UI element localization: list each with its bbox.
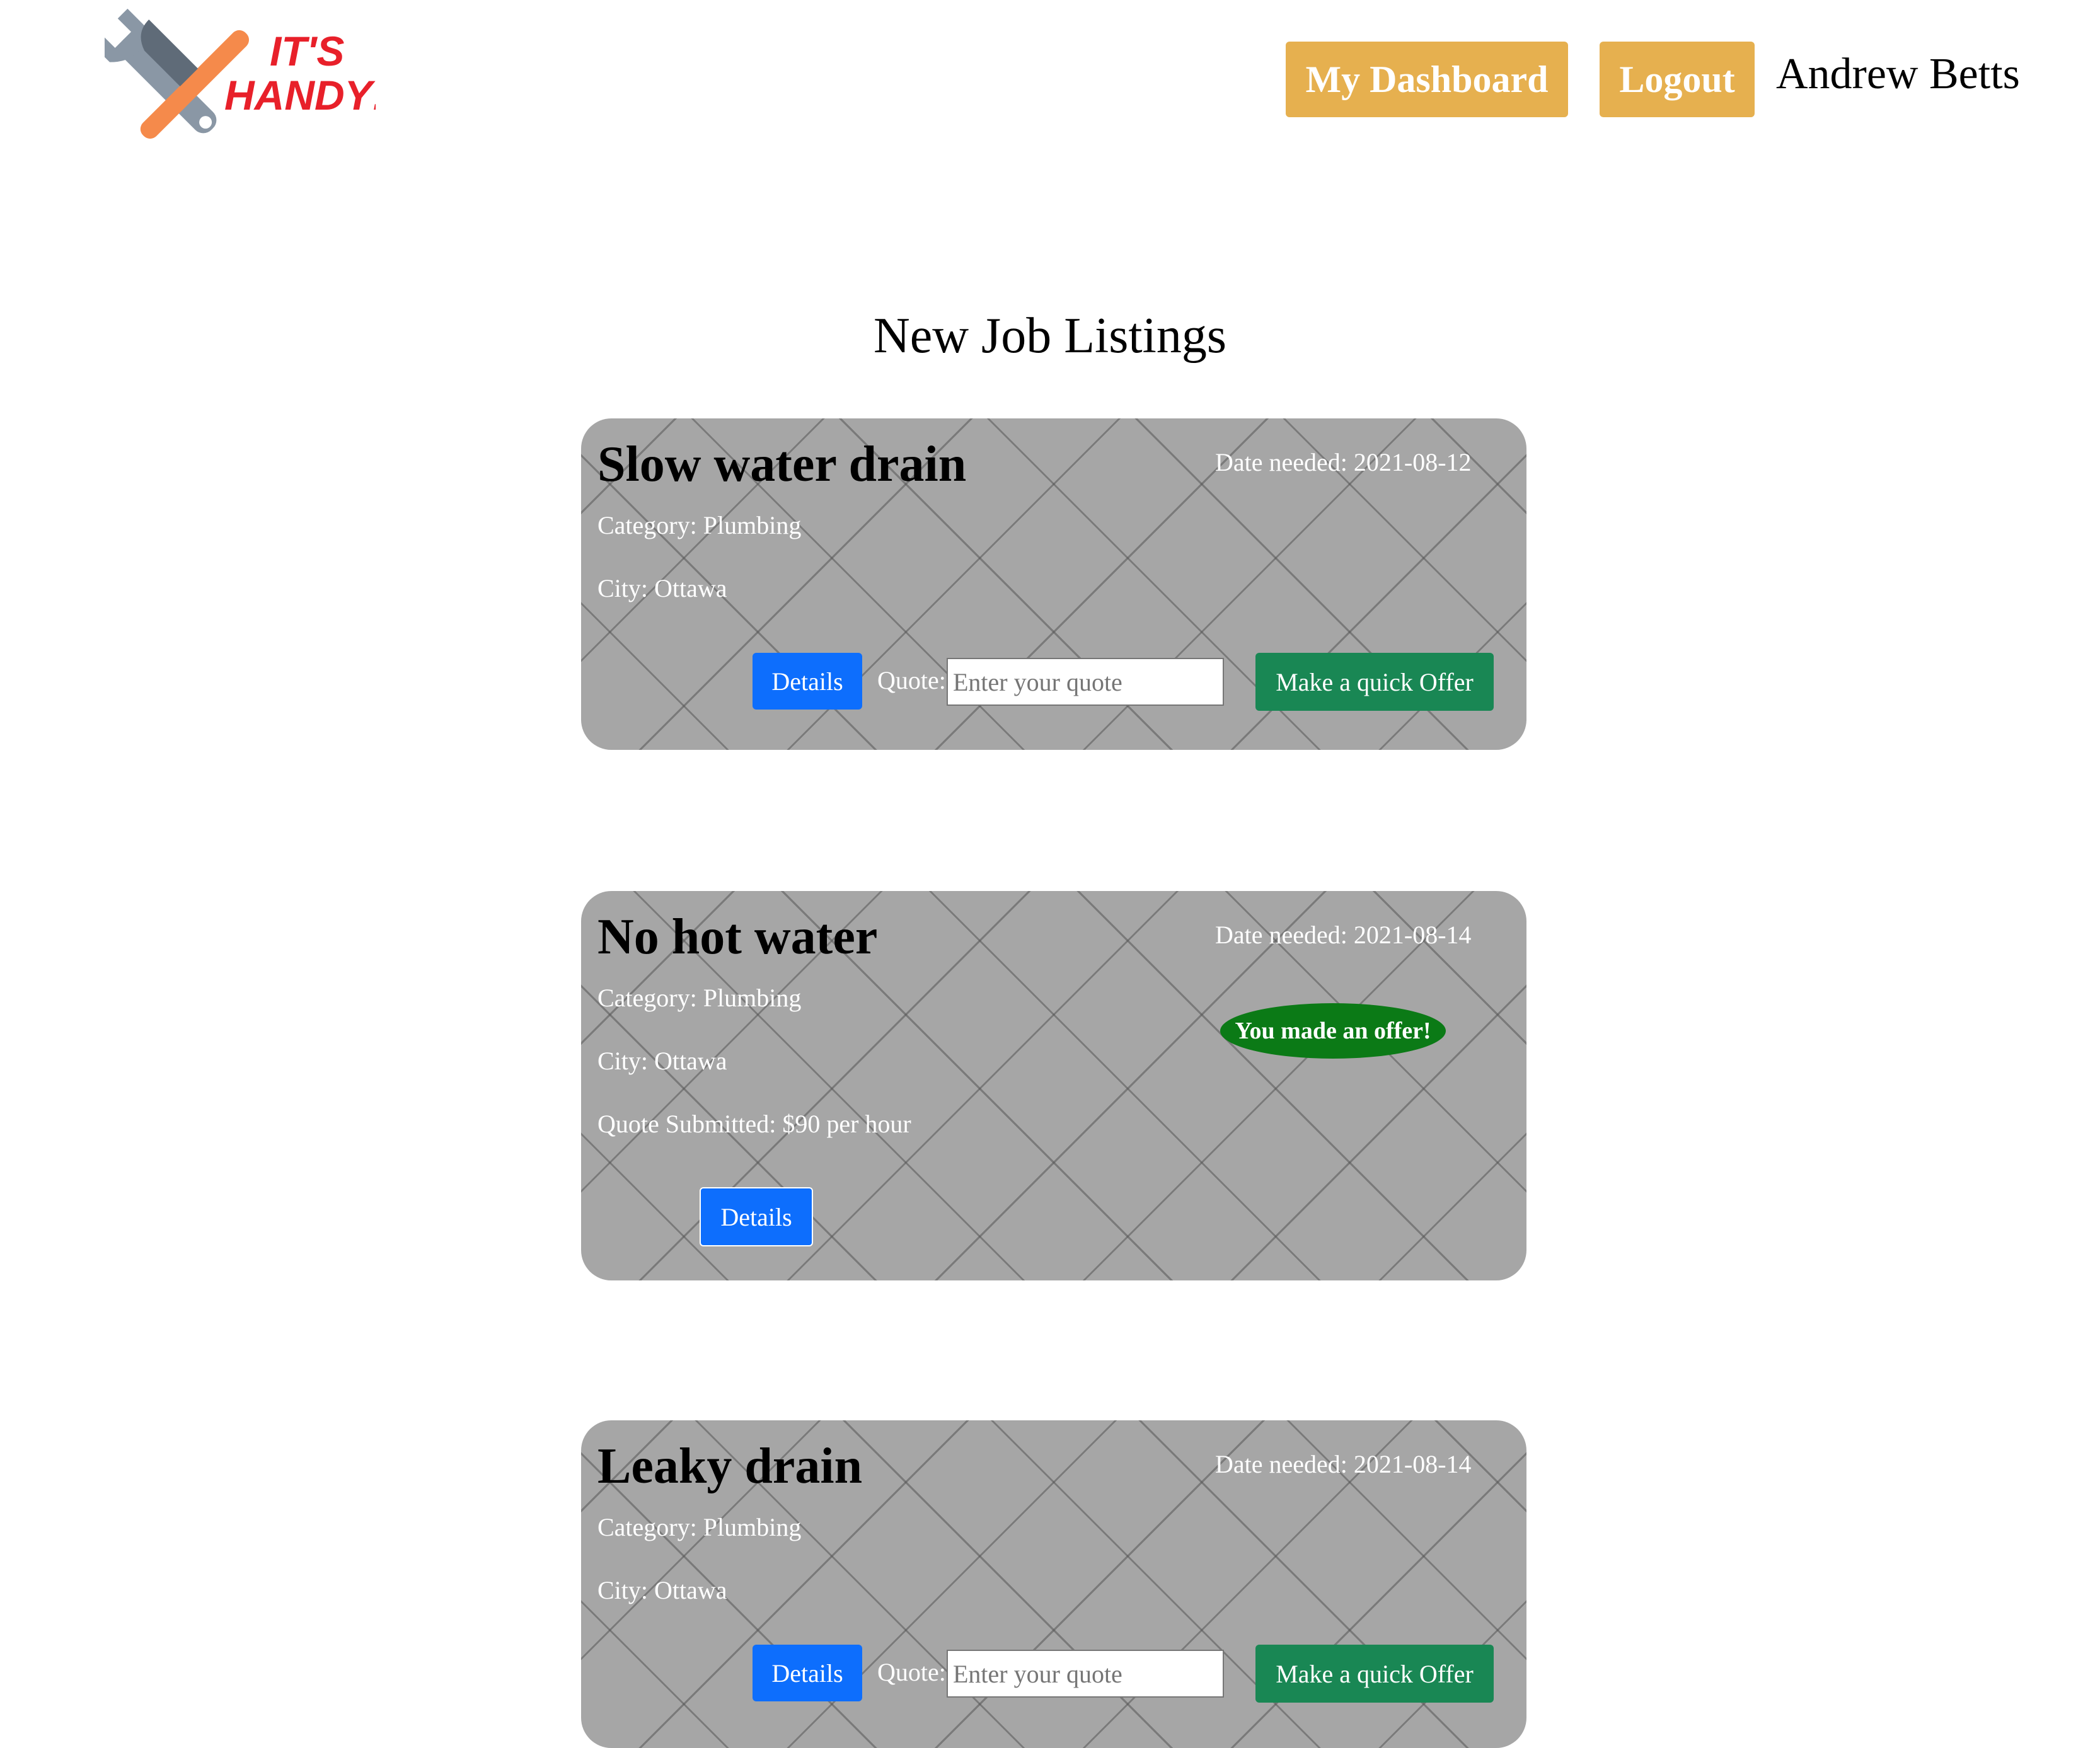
job-city: City: Ottawa (597, 1047, 727, 1075)
job-title: Slow water drain (597, 437, 967, 492)
job-date-needed: Date needed: 2021-08-14 (1215, 921, 1472, 949)
make-offer-button[interactable]: Make a quick Offer (1255, 1645, 1494, 1703)
details-button[interactable]: Details (753, 1645, 862, 1701)
quote-input[interactable] (947, 658, 1224, 706)
job-date-needed: Date needed: 2021-08-14 (1215, 1450, 1472, 1478)
user-name: Andrew Betts (1776, 50, 2020, 98)
quote-input[interactable] (947, 1650, 1224, 1698)
job-city: City: Ottawa (597, 574, 727, 602)
offer-made-badge: You made an offer! (1220, 1003, 1446, 1059)
job-city: City: Ottawa (597, 1576, 727, 1604)
job-category: Category: Plumbing (597, 984, 802, 1012)
details-button[interactable]: Details (753, 653, 862, 710)
make-offer-button[interactable]: Make a quick Offer (1255, 653, 1494, 711)
site-logo[interactable]: IT'S HANDY! (105, 9, 376, 149)
job-category: Category: Plumbing (597, 511, 802, 539)
logo-text-line2: HANDY! (224, 72, 376, 118)
job-card: No hot water Date needed: 2021-08-14 Cat… (581, 891, 1526, 1280)
quote-label: Quote: (877, 666, 946, 694)
logo-text-line1: IT'S (270, 28, 344, 74)
my-dashboard-button[interactable]: My Dashboard (1286, 42, 1568, 117)
quote-submitted: Quote Submitted: $90 per hour (597, 1110, 911, 1138)
job-date-needed: Date needed: 2021-08-12 (1215, 448, 1472, 476)
quote-label: Quote: (877, 1658, 946, 1686)
page-title: New Job Listings (874, 308, 1226, 364)
job-card: Leaky drain Date needed: 2021-08-14 Cate… (581, 1420, 1526, 1748)
job-title: No hot water (597, 909, 878, 965)
logout-button[interactable]: Logout (1600, 42, 1755, 117)
details-button[interactable]: Details (700, 1187, 813, 1246)
job-title: Leaky drain (597, 1439, 863, 1494)
job-card: Slow water drain Date needed: 2021-08-12… (581, 418, 1526, 750)
job-category: Category: Plumbing (597, 1513, 802, 1541)
hammer-wrench-icon: IT'S HANDY! (105, 9, 376, 139)
